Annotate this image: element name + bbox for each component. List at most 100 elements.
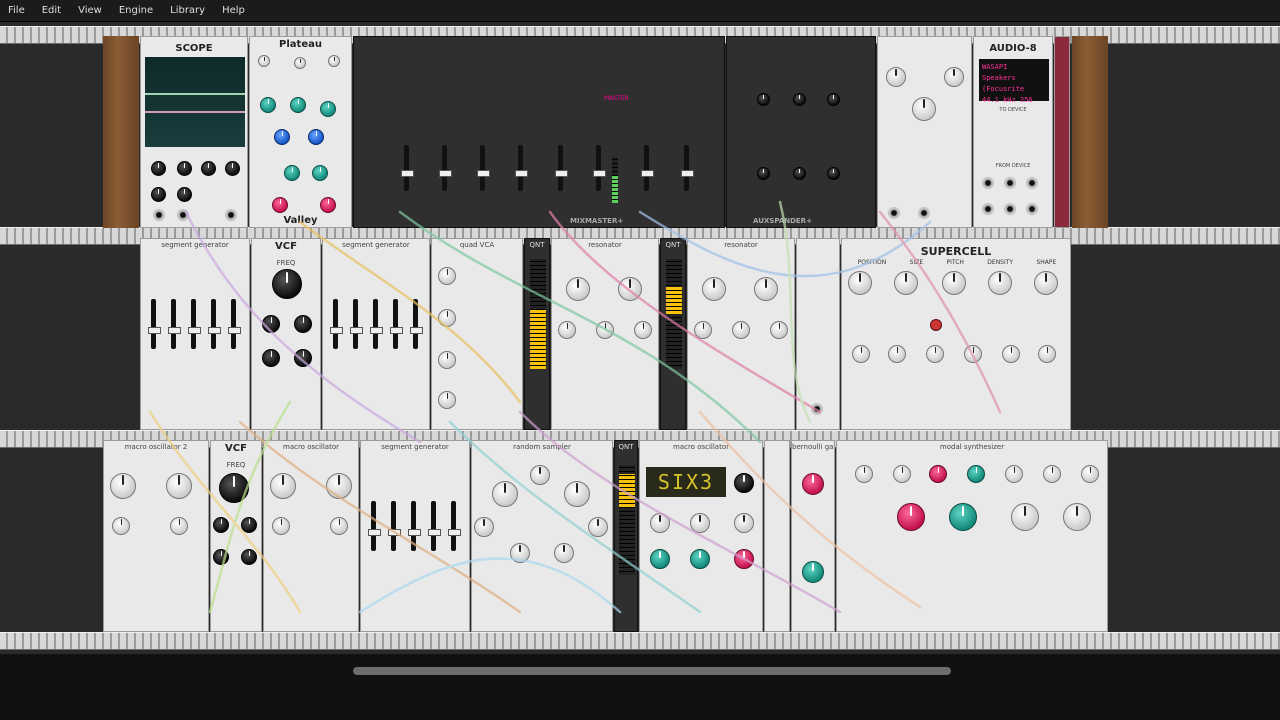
level-slider[interactable] (350, 299, 363, 349)
macro-oscillator-module[interactable]: macro oscillator SIX3 (639, 440, 763, 632)
delay-module[interactable] (877, 36, 972, 228)
mix-knob[interactable] (912, 97, 936, 121)
mallet-knob[interactable] (949, 503, 977, 531)
fader[interactable] (477, 145, 490, 191)
input-jack[interactable] (153, 209, 165, 221)
modulation-knob[interactable] (690, 549, 710, 569)
shape-knob[interactable] (1034, 271, 1058, 295)
level-slider[interactable] (368, 501, 381, 551)
output-jack[interactable] (918, 207, 930, 219)
bernoulli-gate-module[interactable]: bernoulli gate (791, 440, 835, 632)
frequency-knob[interactable] (110, 473, 136, 499)
menu-file[interactable]: File (0, 0, 34, 21)
scope-module[interactable]: SCOPE (140, 36, 248, 228)
input-high-knob[interactable] (290, 97, 306, 113)
damping-knob[interactable] (596, 321, 614, 339)
y-pos-knob[interactable] (177, 187, 192, 202)
level-slider[interactable] (428, 501, 441, 551)
fader[interactable] (681, 145, 694, 191)
bow-knob[interactable] (893, 465, 911, 483)
level-slider[interactable] (388, 501, 401, 551)
vcf-module[interactable]: VCF FREQ (210, 440, 262, 632)
size-knob[interactable] (274, 129, 290, 145)
segment-generator-module[interactable]: segment generator (322, 238, 430, 430)
segment-generator-module[interactable]: segment generator (360, 440, 470, 632)
fader[interactable] (439, 145, 452, 191)
res-knob[interactable] (294, 315, 312, 333)
vcf-module[interactable]: VCF FREQ (251, 238, 321, 430)
output-jack[interactable] (1026, 177, 1038, 189)
aux-send-knob[interactable] (793, 93, 806, 106)
menu-library[interactable]: Library (162, 0, 214, 21)
frequency-knob[interactable] (566, 277, 590, 301)
input-jack[interactable] (177, 209, 189, 221)
aux-send-knob[interactable] (793, 167, 806, 180)
structure-knob[interactable] (618, 277, 642, 301)
flow-knob[interactable] (897, 503, 925, 531)
level-slider[interactable] (330, 299, 343, 349)
menu-view[interactable]: View (70, 0, 111, 21)
brightness-knob[interactable] (558, 321, 576, 339)
bias-knob[interactable] (588, 517, 608, 537)
damping-knob[interactable] (732, 321, 750, 339)
freq-cv-knob[interactable] (213, 549, 229, 565)
morph-knob[interactable] (330, 517, 348, 535)
freq-knob[interactable] (272, 269, 302, 299)
coarse-knob[interactable] (1005, 465, 1023, 483)
aux-send-knob[interactable] (757, 167, 770, 180)
input-jack[interactable] (888, 207, 900, 219)
diffuse-knob[interactable] (320, 101, 336, 117)
drive-knob[interactable] (241, 549, 257, 565)
input-low-knob[interactable] (260, 97, 276, 113)
output-jack[interactable] (811, 403, 823, 415)
fine-knob[interactable] (213, 517, 229, 533)
size-knob[interactable] (894, 271, 918, 295)
level-knob[interactable] (438, 351, 456, 369)
auxspander-module[interactable]: AUXSPANDER+ (726, 36, 876, 228)
x-pos-knob[interactable] (151, 187, 166, 202)
fader[interactable] (555, 145, 568, 191)
modal-synthesizer-module[interactable]: modal synthesizer (836, 440, 1108, 632)
fine-knob[interactable] (1043, 465, 1061, 483)
frequency-knob[interactable] (270, 473, 296, 499)
res-knob[interactable] (241, 517, 257, 533)
out-gain-knob[interactable] (1038, 345, 1056, 363)
strike-knob[interactable] (967, 465, 985, 483)
jitter-knob[interactable] (510, 543, 530, 563)
timbre-knob[interactable] (112, 517, 130, 535)
output-jack[interactable] (1004, 203, 1016, 215)
level-slider[interactable] (370, 299, 383, 349)
density-knob[interactable] (988, 271, 1012, 295)
coarse-knob[interactable] (690, 513, 710, 533)
fm-knob[interactable] (734, 513, 754, 533)
fader[interactable] (641, 145, 654, 191)
brightness-knob[interactable] (1063, 503, 1091, 531)
position-knob[interactable] (770, 321, 788, 339)
level-slider[interactable] (408, 501, 421, 551)
geometry-knob[interactable] (1011, 503, 1039, 531)
decay-knob[interactable] (308, 129, 324, 145)
pan-knob[interactable] (926, 345, 944, 363)
fader[interactable] (593, 145, 606, 191)
pitch-knob[interactable] (942, 271, 966, 295)
audio-device-display[interactable]: WASAPI Speakers (Focusrite 44.1 kHz 256 (979, 59, 1049, 104)
fader[interactable] (515, 145, 528, 191)
macro-oscillator-2-module[interactable]: macro oscillator 2 (103, 440, 209, 632)
x-scale-knob[interactable] (151, 161, 166, 176)
model-knob[interactable] (734, 473, 754, 493)
output-jack[interactable] (982, 203, 994, 215)
fine-knob[interactable] (262, 315, 280, 333)
qnt-module[interactable]: QNT (660, 238, 686, 430)
fader[interactable] (401, 145, 414, 191)
probability-knob[interactable] (802, 561, 824, 583)
structure-knob[interactable] (754, 277, 778, 301)
mod-depth-knob[interactable] (320, 197, 336, 213)
drive-knob[interactable] (294, 349, 312, 367)
level-slider[interactable] (208, 299, 221, 349)
level-knob[interactable] (438, 391, 456, 409)
level-knob[interactable] (438, 267, 456, 285)
deja-vu-knob[interactable] (530, 465, 550, 485)
fine-knob[interactable] (650, 513, 670, 533)
timbre-knob[interactable] (650, 549, 670, 569)
fm-knob[interactable] (1081, 465, 1099, 483)
